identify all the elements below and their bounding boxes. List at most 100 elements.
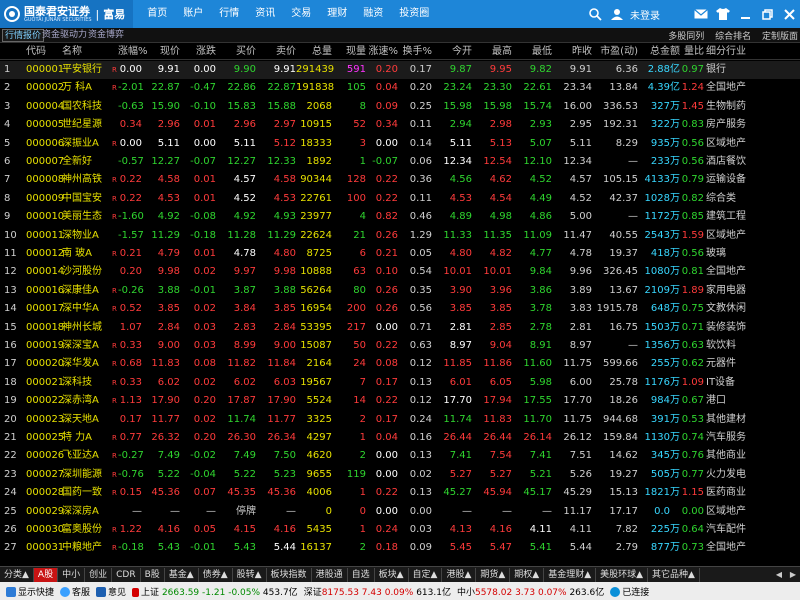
table-row[interactable]: 25 000029 深深房A — — — 停牌 — 0 0 0.00 0.00 — — — 11.17 17.1… [0, 503, 800, 521]
header-prev-close[interactable]: 昨收 [554, 44, 592, 60]
tab-quote-list[interactable]: 行情报价 [2, 29, 45, 42]
market-tab[interactable]: 美股环球▲ [596, 567, 649, 582]
table-row[interactable]: 18 000021 深科技 R 0.33 6.02 0.02 6.02 6.03 19567 7 0.… [0, 374, 800, 392]
minimize-icon[interactable] [734, 0, 756, 28]
header-high[interactable]: 最高 [476, 44, 512, 60]
market-tab[interactable]: 分类▲ [0, 567, 34, 582]
header-vol-ratio[interactable]: 量比 [676, 44, 704, 60]
menu-home[interactable]: 首页 [139, 0, 175, 28]
scroll-right-icon[interactable]: ▶ [786, 568, 800, 582]
multi-stock-link[interactable]: 多股同列 [668, 32, 704, 42]
feedback-button[interactable]: 意见 [96, 585, 126, 598]
table-row[interactable]: 5 000006 深振业A R 0.00 5.11 0.00 5.11 5.12 18333 3 0.… [0, 135, 800, 153]
header-change[interactable]: 涨跌 [184, 44, 216, 60]
market-tab[interactable]: 期权▲ [510, 567, 545, 582]
table-row[interactable]: 2 000002 万 科A R -2.01 22.87 -0.47 22.86 22.87 191… [0, 79, 800, 97]
table-row[interactable]: 19 000022 深赤湾A R 1.13 17.90 0.20 17.87 17.90 5524… [0, 392, 800, 410]
header-industry[interactable]: 细分行业 [706, 44, 766, 60]
market-tab[interactable]: 债券▲ [199, 567, 233, 582]
header-volume[interactable]: 总量 [296, 44, 332, 60]
tab-fund-game[interactable]: 资金博弈 [86, 29, 126, 42]
table-row[interactable]: 21 000025 特 力A R 0.77 26.32 0.20 26.30 26.34 4297… [0, 429, 800, 447]
search-icon[interactable] [584, 0, 606, 28]
mail-icon[interactable] [690, 0, 712, 28]
scroll-left-icon[interactable]: ◀ [772, 568, 786, 582]
header-ask[interactable]: 卖价 [260, 44, 296, 60]
header-cur-volume[interactable]: 现量 [334, 44, 366, 60]
market-tab[interactable]: 板块指数 [267, 567, 312, 582]
market-tab[interactable]: 基金▲ [165, 567, 199, 582]
table-row[interactable]: 11 000012 南 玻A R 0.21 4.79 0.01 4.78 4.80 8725 6 0.… [0, 245, 800, 263]
header-speed[interactable]: 涨速% [368, 44, 398, 60]
prev-close: 11.17 [563, 505, 592, 517]
table-row[interactable]: 12 000014 沙河股份 0.20 9.98 0.02 9.97 9.98 10888 63 0… [0, 263, 800, 281]
header-idx[interactable] [4, 44, 20, 60]
market-tab[interactable]: 期货▲ [476, 567, 511, 582]
menu-news[interactable]: 资讯 [247, 0, 283, 28]
market-tab[interactable]: 板块▲ [375, 567, 409, 582]
market-tab[interactable]: 创业 [85, 567, 113, 582]
table-row[interactable]: 7 000008 神州高铁 R 0.22 4.58 0.01 4.57 4.58 90344 128… [0, 171, 800, 189]
close-icon[interactable] [778, 0, 800, 28]
ranking-link[interactable]: 综合排名 [715, 32, 751, 42]
header-low[interactable]: 最低 [514, 44, 552, 60]
table-row[interactable]: 10 000011 深物业A -1.57 11.29 -0.18 11.28 11.29 226… [0, 227, 800, 245]
quick-trade-button[interactable]: 显示快捷 [6, 585, 54, 598]
table-row[interactable]: 23 000027 深圳能源 R -0.76 5.22 -0.04 5.22 5.23 9655 1… [0, 466, 800, 484]
market-tab[interactable]: 自定▲ [409, 567, 443, 582]
market-tab[interactable]: 自选 [348, 567, 375, 582]
table-row[interactable]: 26 000030 富奥股份 R 1.22 4.16 0.05 4.15 4.16 5435 1 0.… [0, 521, 800, 539]
table-row[interactable]: 8 000009 中国宝安 R 0.22 4.53 0.01 4.52 4.53 22761 100… [0, 190, 800, 208]
menu-finance[interactable]: 理财 [319, 0, 355, 28]
custom-layout-link[interactable]: 定制版面 [762, 32, 798, 42]
table-row[interactable]: 9 000010 美丽生态 R -1.60 4.92 -0.08 4.92 4.93 23977 4… [0, 208, 800, 226]
login-status[interactable]: 未登录 [630, 7, 660, 22]
header-name[interactable]: 名称 [62, 44, 112, 60]
market-tab[interactable]: 基金理财▲ [544, 567, 597, 582]
table-row[interactable]: 14 000017 深中华A R 0.52 3.85 0.02 3.84 3.85 16954 20… [0, 300, 800, 318]
table-row[interactable]: 20 000023 深天地A 0.17 11.77 0.02 11.74 11.77 3325 2… [0, 411, 800, 429]
market-tab[interactable]: A股 [33, 567, 59, 582]
zx-index[interactable]: 中小5578.02 3.73 0.07% 263.6亿 [457, 585, 604, 598]
table-row[interactable]: 24 000028 国药一致 R 0.15 45.36 0.07 45.35 45.36 4006… [0, 484, 800, 502]
header-open[interactable]: 今开 [436, 44, 472, 60]
service-button[interactable]: 客服 [60, 585, 90, 598]
header-turnover[interactable]: 换手% [400, 44, 432, 60]
menu-quotes[interactable]: 行情 [211, 0, 247, 28]
table-row[interactable]: 27 000031 中粮地产 R -0.18 5.43 -0.01 5.43 5.44 16137… [0, 539, 800, 557]
header-pct[interactable]: 涨幅% [118, 44, 148, 60]
market-tab[interactable]: 港股▲ [442, 567, 477, 582]
table-row[interactable]: 15 000018 神州长城 1.07 2.84 0.03 2.83 2.84 53395 217… [0, 319, 800, 337]
stock-code: 000026 [26, 450, 65, 462]
sh-index[interactable]: 上证 2663.59 -1.21 -0.05% 453.7亿 [132, 585, 298, 598]
menu-account[interactable]: 账户 [175, 0, 211, 28]
market-tab[interactable]: 港股通 [312, 567, 348, 582]
market-tab[interactable]: 其它品种▲ [648, 567, 700, 582]
header-bid[interactable]: 买价 [222, 44, 256, 60]
bid-price: 12.27 [227, 156, 256, 167]
table-row[interactable]: 1 000001 平安银行 R 0.00 9.91 0.00 9.90 9.91 291439 59… [0, 61, 800, 80]
table-row[interactable]: 3 000004 国农科技 -0.63 15.90 -0.10 15.83 15.88 2068… [0, 98, 800, 116]
menu-trade[interactable]: 交易 [283, 0, 319, 28]
header-amount[interactable]: 总金额 [640, 44, 680, 60]
shirt-icon[interactable] [712, 0, 734, 28]
sz-index[interactable]: 深证8175.53 7.43 0.09% 613.1亿 [304, 585, 451, 598]
table-row[interactable]: 22 000026 飞亚达A R -0.27 7.49 -0.02 7.49 7.50 4620 2… [0, 447, 800, 465]
market-tab[interactable]: B股 [141, 567, 165, 582]
menu-margin[interactable]: 融资 [355, 0, 391, 28]
header-code[interactable]: 代码 [26, 44, 66, 60]
restore-icon[interactable] [756, 0, 778, 28]
table-row[interactable]: 17 000020 深华发A R 0.68 11.83 0.08 11.82 11.84 2164… [0, 355, 800, 373]
market-tab[interactable]: 股转▲ [233, 567, 267, 582]
market-tab[interactable]: 中小 [58, 567, 86, 582]
table-row[interactable]: 13 000016 深康佳A R -0.26 3.88 -0.01 3.87 3.88 56264… [0, 282, 800, 300]
header-price[interactable]: 现价 [146, 44, 180, 60]
menu-invest-circle[interactable]: 投资圈 [391, 0, 437, 28]
user-icon[interactable] [606, 0, 628, 28]
table-row[interactable]: 6 000007 全新好 -0.57 12.27 -0.07 12.27 12.33 1892 1… [0, 153, 800, 171]
table-row[interactable]: 16 000019 深深宝A R 0.33 9.00 0.03 8.99 9.00 15087 50… [0, 337, 800, 355]
table-row[interactable]: 4 000005 世纪星源 0.34 2.96 0.01 2.96 2.97 10915 52 0.… [0, 116, 800, 134]
tab-fund-driver[interactable]: 资金驱动力 [40, 29, 89, 42]
header-pe[interactable]: 市盈(动) [594, 44, 638, 60]
market-tab[interactable]: CDR [112, 567, 141, 582]
